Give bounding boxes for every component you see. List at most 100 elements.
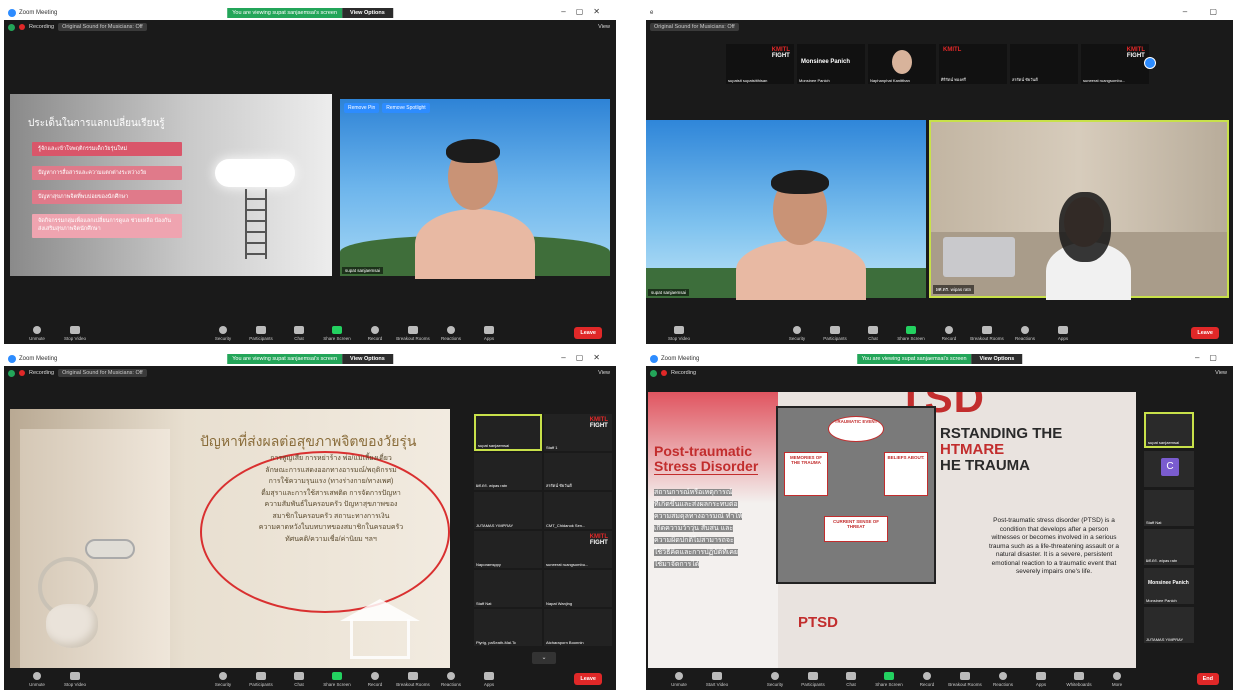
window-controls[interactable]: –▢✕	[561, 7, 610, 16]
gallery-tile[interactable]: ผศ.ดร. wipas ratn	[1144, 529, 1194, 565]
participant-thumb[interactable]: สรรัตน์ ชัยวันดี	[1010, 44, 1078, 84]
gallery-tile[interactable]: CMT_Chidanok Sen...	[544, 492, 612, 529]
share-screen-button[interactable]: Share Screen	[892, 325, 930, 341]
original-sound-button[interactable]: Original Sound for Musicians: Off	[650, 23, 739, 31]
shield-icon[interactable]	[650, 369, 657, 377]
stop-video-button[interactable]: Stop Video	[660, 325, 698, 341]
reactions-button[interactable]: Reactions	[432, 671, 470, 687]
chat-button[interactable]: Chat	[832, 671, 870, 687]
record-button[interactable]: Record	[930, 325, 968, 341]
gallery-tile[interactable]: Naporamsppy	[474, 531, 542, 568]
apps-button[interactable]: Apps	[470, 325, 508, 341]
breakout-rooms-button[interactable]: Breakout Rooms	[946, 671, 984, 687]
security-button[interactable]: Security	[204, 325, 242, 341]
security-button[interactable]: Security	[778, 325, 816, 341]
speaker-video[interactable]: Remove Pin Remove Spotlight supat sanjae…	[340, 99, 610, 279]
apps-button[interactable]: Apps	[470, 671, 508, 687]
chevron-down-icon[interactable]: ⌄	[532, 652, 556, 664]
view-options-button[interactable]: View Options	[342, 354, 393, 364]
window-controls[interactable]: –▢	[1195, 353, 1227, 362]
leave-button[interactable]: Leave	[574, 327, 602, 339]
stop-video-button[interactable]: Stop Video	[56, 325, 94, 341]
speaker-body	[415, 209, 535, 279]
security-button[interactable]: Security	[756, 671, 794, 687]
participants-button[interactable]: Participants	[242, 325, 280, 341]
unmute-button[interactable]: Unmute	[18, 325, 56, 341]
stop-video-button[interactable]: Stop Video	[56, 671, 94, 687]
chat-button[interactable]: Chat	[280, 325, 318, 341]
gallery-tile[interactable]: Piyrig, paSeath-Mai.Tc	[474, 609, 542, 646]
whiteboards-button[interactable]: Whiteboards	[1060, 671, 1098, 687]
window-title: Zoom Meeting	[19, 10, 58, 16]
gallery-tile[interactable]: Staff Nat	[1144, 490, 1194, 526]
start-video-button[interactable]: Start Video	[698, 671, 736, 687]
share-screen-button[interactable]: Share Screen	[870, 671, 908, 687]
gallery-tile[interactable]: JUTAMAS YIMPRAY	[474, 492, 542, 529]
gallery-tile[interactable]: C	[1144, 451, 1194, 487]
gallery-tile[interactable]: ผศ.ดร. wipas ratn	[474, 453, 542, 490]
remove-pin-button[interactable]: Remove Pin	[344, 103, 380, 113]
view-options-button[interactable]: View Options	[342, 8, 393, 18]
original-sound-button[interactable]: Original Sound for Musicians: Off	[58, 369, 147, 377]
participants-button[interactable]: Participants	[242, 671, 280, 687]
chat-button[interactable]: Chat	[854, 325, 892, 341]
gallery-tile[interactable]: KMITL FIGHT suneerat ruangsombu...	[544, 531, 612, 568]
grid-icon	[408, 671, 418, 680]
unmute-button[interactable]: Unmute	[660, 671, 698, 687]
original-sound-button[interactable]: Original Sound for Musicians: Off	[58, 23, 147, 31]
gallery-tile[interactable]: Staff Nat	[474, 570, 542, 607]
apps-button[interactable]: Apps	[1022, 671, 1060, 687]
leave-button[interactable]: Leave	[1191, 327, 1219, 339]
speaker-hair	[446, 139, 500, 163]
speaker-video[interactable]: supat sanjaemsai	[646, 120, 926, 300]
remove-spotlight-button[interactable]: Remove Spotlight	[382, 103, 430, 113]
gallery-tile[interactable]: Atcharaporn Boonnin	[544, 609, 612, 646]
slide-line: สถานการณ์หรือเหตุการณ์	[654, 489, 733, 496]
next-page-icon[interactable]	[1144, 57, 1156, 69]
security-button[interactable]: Security	[204, 671, 242, 687]
reactions-button[interactable]: Reactions	[432, 325, 470, 341]
gallery-tile[interactable]: supat sanjaemsai	[474, 414, 542, 451]
participant-thumb[interactable]: Monsinee Panich Monsinee Panich	[797, 44, 865, 84]
view-button[interactable]: View	[598, 370, 610, 376]
view-options-button[interactable]: View Options	[971, 354, 1023, 364]
record-button[interactable]: Record	[356, 325, 394, 341]
leave-button[interactable]: Leave	[574, 673, 602, 685]
slide-understanding: RSTANDING THE	[940, 425, 1063, 442]
end-button[interactable]: End	[1196, 673, 1219, 685]
participants-button[interactable]: Participants	[794, 671, 832, 687]
participant-thumb[interactable]: Naphanphat Kanitthan	[868, 44, 936, 84]
reactions-button[interactable]: Reactions	[984, 671, 1022, 687]
participant-thumb[interactable]: KMITL FIGHT suneerat ruangsombu...	[1081, 44, 1149, 84]
breakout-rooms-button[interactable]: Breakout Rooms	[394, 325, 432, 341]
gallery-tile[interactable]: สรรัตน์ ชัยวันดี	[544, 453, 612, 490]
shield-icon[interactable]	[8, 369, 15, 377]
unmute-button[interactable]: Unmute	[18, 671, 56, 687]
participant-video[interactable]: ผศ.ดร. wipas ratn	[929, 120, 1229, 300]
participant-thumb[interactable]: KMITL ศิริรัตน์ ทองศรี	[939, 44, 1007, 84]
participants-button[interactable]: Participants	[816, 325, 854, 341]
window-controls[interactable]: – ▢	[1183, 7, 1227, 16]
share-screen-button[interactable]: Share Screen	[318, 325, 356, 341]
gallery-tile[interactable]: Monsinee Panich Monsinee Panich	[1144, 568, 1194, 604]
view-button[interactable]: View	[1215, 370, 1227, 376]
reactions-button[interactable]: Reactions	[1006, 325, 1044, 341]
record-button[interactable]: Record	[908, 671, 946, 687]
video-camera-icon	[70, 325, 80, 334]
breakout-rooms-button[interactable]: Breakout Rooms	[968, 325, 1006, 341]
gallery-tile[interactable]: JUTAMAS YIMPRAY	[1144, 607, 1194, 643]
apps-button[interactable]: Apps	[1044, 325, 1082, 341]
view-button[interactable]: View	[598, 24, 610, 30]
gallery-tile[interactable]: KMITL FIGHT Staff 1	[544, 414, 612, 451]
gallery-tile[interactable]: supat sanjaemsai	[1144, 412, 1194, 448]
more-button[interactable]: More	[1098, 671, 1136, 687]
chat-bubble-icon	[294, 325, 304, 334]
participant-thumb[interactable]: KMITL FIGHT supatsit supatsitthisan	[726, 44, 794, 84]
chat-button[interactable]: Chat	[280, 671, 318, 687]
breakout-rooms-button[interactable]: Breakout Rooms	[394, 671, 432, 687]
gallery-tile[interactable]: Napat Wanjing	[544, 570, 612, 607]
record-button[interactable]: Record	[356, 671, 394, 687]
window-controls[interactable]: –▢✕	[561, 353, 610, 362]
share-screen-button[interactable]: Share Screen	[318, 671, 356, 687]
shield-icon[interactable]	[8, 23, 15, 31]
